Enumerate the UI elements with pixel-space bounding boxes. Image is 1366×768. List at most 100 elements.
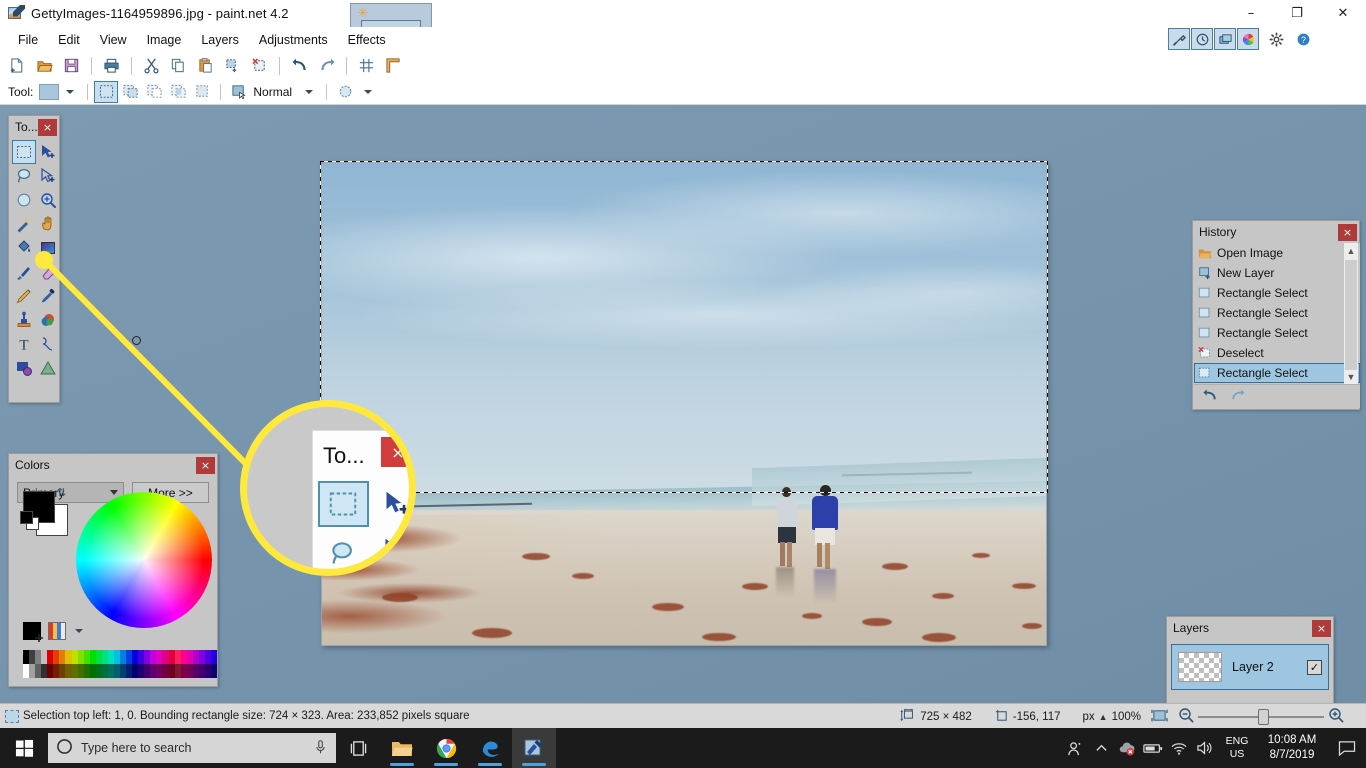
menu-adjustments[interactable]: Adjustments (249, 29, 338, 51)
fit-to-window-icon[interactable] (1151, 708, 1168, 726)
tool-paintbrush[interactable] (12, 260, 36, 284)
tools-window-toggle[interactable] (1168, 28, 1190, 50)
close-button[interactable]: ✕ (1320, 0, 1366, 27)
tool-rectangle-select[interactable] (12, 140, 36, 164)
zoom-slider-handle[interactable] (1258, 708, 1269, 725)
add-color-icon[interactable] (23, 622, 43, 642)
speaker-icon[interactable] (1192, 728, 1218, 768)
tool-paint-bucket[interactable] (12, 236, 36, 260)
chevron-up-icon[interactable]: ▲ (1344, 243, 1358, 259)
tool-pan[interactable] (36, 212, 60, 236)
edge-button[interactable] (468, 728, 512, 768)
tool-move-selection[interactable] (36, 164, 60, 188)
scrollbar-thumb[interactable] (1345, 260, 1357, 370)
print-button[interactable] (99, 54, 124, 78)
action-center-button[interactable] (1328, 728, 1366, 768)
microphone-icon[interactable] (313, 739, 328, 758)
selection-mode-xor[interactable] (190, 81, 214, 103)
cut-button[interactable] (139, 54, 164, 78)
palette-swatch[interactable] (210, 664, 217, 678)
history-item-rect-select-1[interactable]: Rectangle Select (1194, 283, 1360, 303)
crop-to-selection-button[interactable] (220, 54, 245, 78)
tool-line-curve[interactable] (36, 332, 60, 356)
tool-text[interactable]: T (12, 332, 36, 356)
image-canvas[interactable] (321, 162, 1047, 646)
selection-mode-replace[interactable] (94, 80, 119, 103)
battery-icon[interactable] (1140, 728, 1166, 768)
layers-panel-close-button[interactable]: × (1312, 619, 1331, 637)
colors-panel[interactable]: Colors × Primary More >> ⇅ (8, 453, 218, 687)
tool-magic-wand[interactable] (12, 212, 36, 236)
taskbar-search-box[interactable]: Type here to search (48, 733, 336, 763)
menu-effects[interactable]: Effects (338, 29, 396, 51)
tool-zoom[interactable] (36, 188, 60, 212)
selection-mode-intersect[interactable] (166, 81, 190, 103)
tool-gradient[interactable] (36, 236, 60, 260)
language-indicator[interactable]: ENG US (1218, 735, 1256, 761)
grid-button[interactable] (354, 54, 379, 78)
color-wheel[interactable] (76, 492, 212, 628)
selection-mode-union[interactable] (118, 81, 142, 103)
open-button[interactable] (32, 54, 57, 78)
zoom-level-value[interactable]: 100% (1112, 711, 1141, 723)
settings-button[interactable] (1265, 28, 1287, 50)
tool-recolor[interactable] (36, 308, 60, 332)
help-button[interactable]: ? (1292, 28, 1314, 50)
menu-layers[interactable]: Layers (191, 29, 249, 51)
history-redo-button[interactable] (1229, 388, 1246, 406)
menu-view[interactable]: View (90, 29, 137, 51)
copy-button[interactable] (166, 54, 191, 78)
swap-colors-icon[interactable]: ⇅ (57, 487, 69, 499)
history-window-toggle[interactable] (1191, 28, 1213, 50)
history-panel[interactable]: History × Open Image New Layer Rectangle… (1192, 220, 1360, 410)
selection-mode-exclude[interactable] (142, 81, 166, 103)
menu-file[interactable]: File (8, 29, 48, 51)
tool-rectangle-shape[interactable] (12, 356, 36, 380)
history-item-rect-select-2[interactable]: Rectangle Select (1194, 303, 1360, 323)
antialias-button[interactable] (333, 81, 357, 103)
tool-shapes[interactable] (36, 356, 60, 380)
colors-window-toggle[interactable] (1237, 28, 1259, 50)
color-wheel-cursor[interactable] (132, 336, 141, 345)
clock[interactable]: 10:08 AM 8/7/2019 (1256, 733, 1328, 763)
save-button[interactable] (59, 54, 84, 78)
colors-panel-close-button[interactable]: × (196, 456, 215, 474)
history-item-deselect[interactable]: Deselect (1194, 343, 1360, 363)
people-icon[interactable] (1062, 728, 1088, 768)
tool-clone-stamp[interactable] (12, 308, 36, 332)
active-tool-indicator[interactable] (39, 83, 60, 100)
paste-button[interactable] (193, 54, 218, 78)
wifi-icon[interactable] (1166, 728, 1192, 768)
palette-caret-icon[interactable] (75, 629, 83, 633)
blend-mode-icon-button[interactable] (227, 81, 251, 103)
tool-lasso-select[interactable] (12, 164, 36, 188)
chevron-up-icon[interactable] (1088, 728, 1114, 768)
minimize-button[interactable]: – (1228, 0, 1274, 27)
history-item-new-layer[interactable]: New Layer (1194, 263, 1360, 283)
history-undo-button[interactable] (1202, 388, 1219, 406)
reset-colors-primary[interactable] (20, 511, 33, 524)
chevron-down-icon[interactable]: ▼ (1344, 369, 1358, 385)
menu-edit[interactable]: Edit (48, 29, 90, 51)
palette-icon[interactable] (48, 622, 66, 640)
history-scrollbar[interactable]: ▲ ▼ (1344, 243, 1358, 385)
menu-image[interactable]: Image (137, 29, 192, 51)
tools-panel[interactable]: To... × T (8, 115, 60, 403)
maximize-button[interactable]: ❐ (1274, 0, 1320, 27)
blend-mode-label[interactable]: Normal (253, 85, 292, 99)
layers-window-toggle[interactable] (1214, 28, 1236, 50)
tool-ellipse-select[interactable] (12, 188, 36, 212)
history-item-open-image[interactable]: Open Image (1194, 243, 1360, 263)
tool-pencil[interactable] (12, 284, 36, 308)
history-panel-close-button[interactable]: × (1338, 223, 1357, 241)
palette-swatch[interactable] (210, 650, 217, 664)
units-label[interactable]: px (1083, 711, 1095, 723)
rulers-button[interactable] (381, 54, 406, 78)
file-explorer-button[interactable] (380, 728, 424, 768)
tool-eraser[interactable] (36, 260, 60, 284)
task-view-button[interactable] (336, 728, 380, 768)
antialias-caret[interactable] (364, 89, 373, 94)
zoom-slider[interactable] (1198, 708, 1324, 725)
start-button[interactable] (0, 728, 48, 768)
history-item-rect-select-current[interactable]: Rectangle Select (1194, 363, 1360, 383)
